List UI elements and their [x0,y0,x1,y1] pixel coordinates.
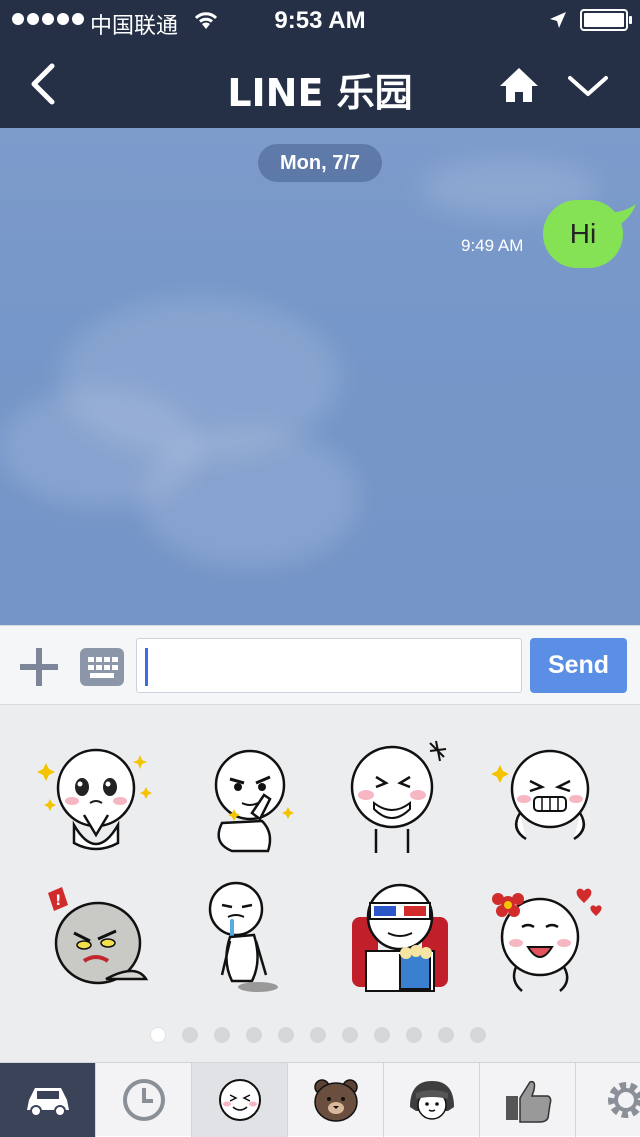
page-dot[interactable] [438,1027,454,1043]
tab-car[interactable] [0,1063,96,1137]
svg-text:!: ! [55,893,61,909]
location-arrow-icon [550,12,566,28]
tab-settings[interactable] [576,1063,640,1137]
girl-icon [409,1081,454,1120]
page-dot[interactable] [406,1027,422,1043]
page-dot[interactable] [278,1027,294,1043]
plus-icon[interactable] [20,648,58,686]
date-separator: Mon, 7/7 [258,144,382,182]
message-bubble[interactable]: Hi [543,200,623,268]
page-dot[interactable] [310,1027,326,1043]
home-icon[interactable] [498,66,540,104]
page-dot[interactable] [470,1027,486,1043]
tab-thumbs-stickers[interactable] [480,1063,576,1137]
page-dot[interactable] [374,1027,390,1043]
send-button[interactable]: Send [530,638,627,693]
message-composer: Send [0,625,640,705]
bear-icon [313,1079,358,1122]
sticker-tab-bar [0,1062,640,1137]
battery-icon [580,9,632,31]
nav-bar: LINE 乐园 [0,40,640,128]
sticker-angry-gray[interactable]: ! [36,883,156,1003]
car-icon [26,1088,69,1117]
page-dot[interactable] [246,1027,262,1043]
chat-title: LINE 乐园 [227,71,413,115]
text-caret [145,648,148,686]
tab-brown-stickers[interactable] [288,1063,384,1137]
message-timestamp: 9:49 AM [461,236,524,255]
sticker-laughing-face[interactable] [490,743,610,863]
sticker-grinning-face[interactable] [340,737,460,857]
tab-recent[interactable] [96,1063,192,1137]
clock-icon [122,1079,165,1121]
sticker-3d-glasses-popcorn[interactable] [340,881,460,1001]
page-dot[interactable] [214,1027,230,1043]
page-dot[interactable] [150,1027,166,1043]
chevron-down-icon[interactable] [566,70,610,100]
tab-girl-stickers[interactable] [384,1063,480,1137]
gear-icon [608,1082,640,1118]
thumbs-up-icon [505,1080,551,1123]
message-input[interactable] [136,638,522,693]
sticker-pager [150,1027,486,1043]
sticker-drooling-walk[interactable] [192,881,312,1001]
keyboard-icon[interactable] [80,648,124,686]
status-bar: 中国联通 9:53 AM [0,0,640,40]
sticker-sparkle-eyes[interactable] [36,743,156,863]
page-dot[interactable] [182,1027,198,1043]
page-dot[interactable] [342,1027,358,1043]
sticker-panel: ! [0,705,640,1062]
chat-background: Mon, 7/7 9:49 AM Hi [0,128,640,625]
sticker-flower-love[interactable] [490,881,610,1001]
clock-time: 9:53 AM [274,7,366,34]
moon-face-icon [218,1079,261,1121]
sticker-thinking-face[interactable] [192,743,312,863]
tab-moon-stickers[interactable] [192,1063,288,1137]
